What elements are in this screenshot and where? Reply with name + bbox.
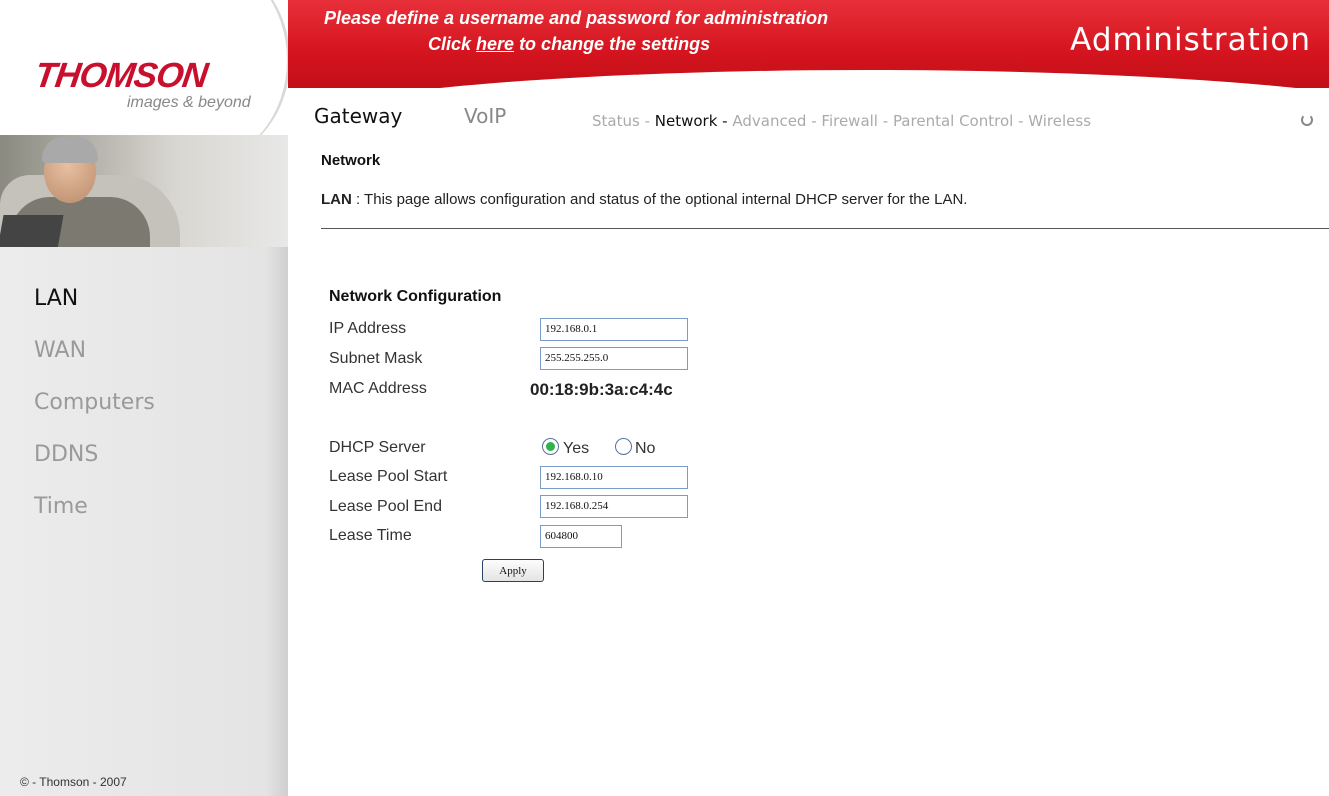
subnav-separator: - <box>717 112 733 130</box>
subnav-separator: - <box>1013 112 1029 130</box>
subnav-separator: - <box>877 112 893 130</box>
mac-address-label: MAC Address <box>329 380 427 397</box>
sidebar: THOMSON images & beyond LAN WAN Computers D… <box>0 0 288 796</box>
subnav-separator: - <box>806 112 822 130</box>
mac-address-value: 00:18:9b:3a:c4:4c <box>530 380 673 399</box>
sidebar-nav: LAN WAN Computers DDNS Time <box>0 282 288 542</box>
nav-tab-voip[interactable]: VoIP <box>464 104 506 128</box>
dhcp-yes-label: Yes <box>563 440 590 457</box>
sidebar-item-wan[interactable]: WAN <box>0 334 288 386</box>
page-description: LAN : This page allows configuration and… <box>321 191 967 208</box>
lease-pool-end-input[interactable]: 192.168.0.254 <box>540 495 688 518</box>
lease-time-input[interactable]: 604800 <box>540 525 622 548</box>
apply-button[interactable]: Apply <box>482 559 544 582</box>
dhcp-no-label: No <box>635 440 656 457</box>
lease-pool-end-label: Lease Pool End <box>329 498 442 515</box>
copyright-text: © - Thomson - 2007 <box>20 775 127 789</box>
page-description-text: : This page allows configuration and sta… <box>351 191 968 208</box>
header-banner: Please define a username and password fo… <box>288 0 1329 88</box>
sidebar-item-computers[interactable]: Computers <box>0 386 288 438</box>
subnet-mask-label: Subnet Mask <box>329 350 423 367</box>
subnav-item-wireless[interactable]: Wireless <box>1028 112 1091 130</box>
subnav-item-network[interactable]: Network <box>655 112 718 130</box>
nav-tab-gateway[interactable]: Gateway <box>314 104 402 128</box>
subnet-mask-input[interactable]: 255.255.255.0 <box>540 347 688 370</box>
admin-warning-line2: Click here to change the settings <box>428 34 711 54</box>
page-description-label: LAN <box>321 191 352 208</box>
lease-pool-start-label: Lease Pool Start <box>329 468 448 485</box>
main-content: Network LAN : This page allows configura… <box>288 138 1329 796</box>
sidebar-photo <box>0 135 288 247</box>
logo-tagline: images & beyond <box>127 94 251 111</box>
subnav-item-firewall[interactable]: Firewall <box>821 112 878 130</box>
dhcp-yes-radio[interactable] <box>542 438 559 455</box>
logo-area: THOMSON images & beyond <box>0 0 288 135</box>
dhcp-server-label: DHCP Server <box>329 439 426 456</box>
sidebar-item-time[interactable]: Time <box>0 490 288 542</box>
subnav-item-advanced[interactable]: Advanced <box>732 112 806 130</box>
divider <box>321 228 1329 229</box>
ip-address-input[interactable]: 192.168.0.1 <box>540 318 688 341</box>
section-title: Network Configuration <box>329 288 502 305</box>
admin-warning-line1: Please define a username and password fo… <box>324 8 829 28</box>
thomson-logo: THOMSON <box>32 56 210 95</box>
administration-title: Administration <box>1070 22 1311 58</box>
sidebar-item-ddns[interactable]: DDNS <box>0 438 288 490</box>
dhcp-no-radio[interactable] <box>615 438 632 455</box>
sidebar-item-lan[interactable]: LAN <box>0 282 288 334</box>
lease-time-label: Lease Time <box>329 527 412 544</box>
ip-address-label: IP Address <box>329 320 407 337</box>
subnav-item-parental-control[interactable]: Parental Control <box>893 112 1013 130</box>
lease-pool-start-input[interactable]: 192.168.0.10 <box>540 466 688 489</box>
nav-bar: Gateway VoIP Status - Network - Advanced… <box>288 88 1329 138</box>
change-settings-link[interactable]: here <box>476 34 514 54</box>
subnav-separator: - <box>639 112 655 130</box>
subnav-item-status[interactable]: Status <box>592 112 640 130</box>
sub-nav: Status - Network - Advanced - Firewall -… <box>592 112 1091 130</box>
page-title: Network <box>321 152 381 169</box>
refresh-icon[interactable] <box>1301 114 1313 126</box>
